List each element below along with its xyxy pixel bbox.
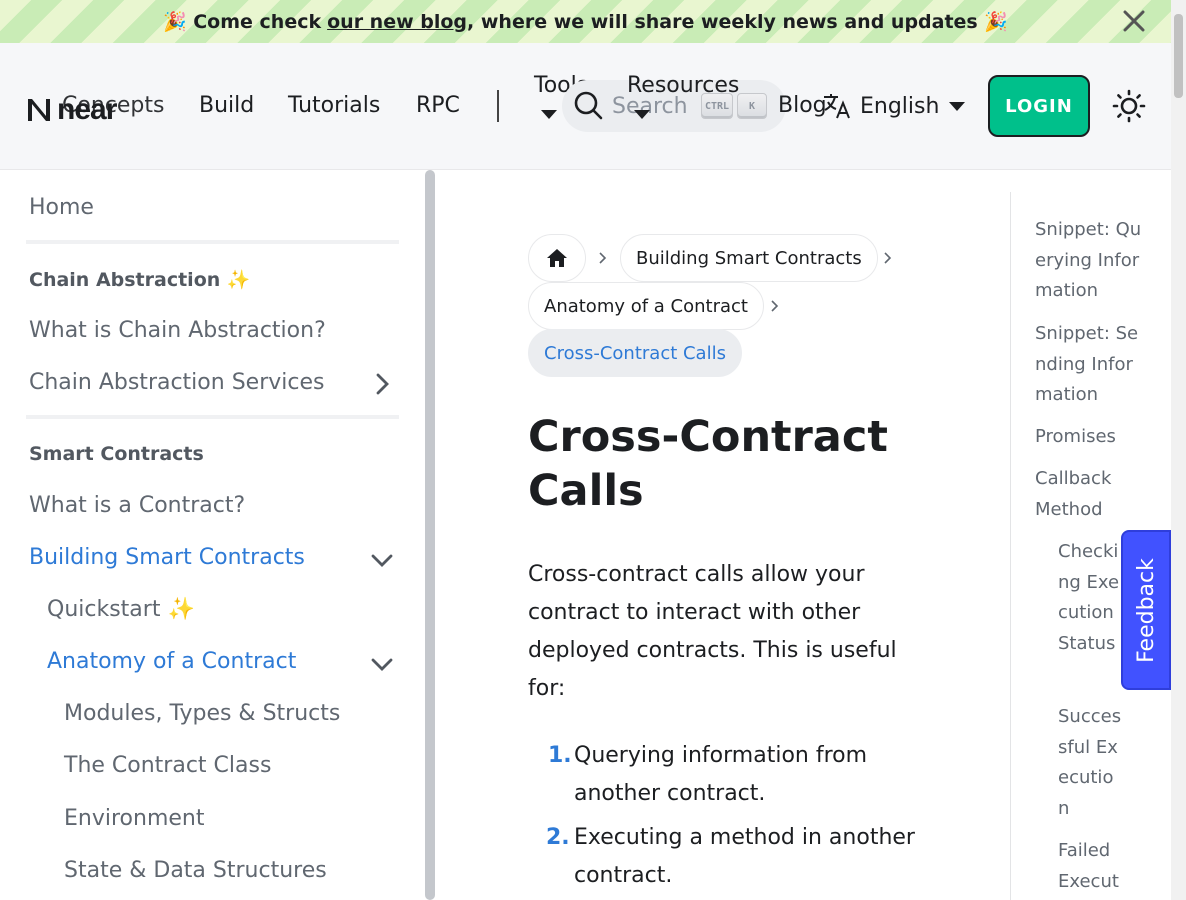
list-item-number: 1.	[548, 743, 572, 768]
language-label: English	[860, 93, 940, 119]
sidebar-item-what-is-chain-abstraction[interactable]: What is Chain Abstraction?	[29, 318, 326, 343]
sidebar-scrollbar[interactable]	[425, 170, 435, 900]
feedback-label: Feedback	[1133, 557, 1159, 663]
sidebar-item-home[interactable]: Home	[29, 195, 94, 220]
sidebar-category-chain-abstraction: Chain Abstraction ✨	[29, 269, 251, 291]
sidebar-category-smart-contracts: Smart Contracts	[29, 443, 204, 465]
sidebar-item-what-is-contract[interactable]: What is a Contract?	[29, 493, 245, 518]
close-announcement-button[interactable]	[1119, 6, 1149, 36]
nav-resources-dropdown[interactable]: Resources	[627, 73, 739, 119]
main-content: Building Smart Contracts Anatomy of a Co…	[436, 170, 1011, 900]
list-item: Executing a method in another contract.	[574, 825, 915, 888]
chevron-right-icon[interactable]	[370, 372, 394, 396]
docs-sidebar: Home Chain Abstraction ✨ What is Chain A…	[0, 170, 435, 900]
toc-item[interactable]: Promises	[1035, 422, 1145, 453]
toc-item[interactable]: Checking Execution Status	[1058, 537, 1122, 659]
sidebar-item-environment[interactable]: Environment	[64, 806, 204, 831]
chevron-right-icon	[599, 252, 607, 264]
search-icon	[574, 91, 603, 120]
announcement-text-after: , where we will share weekly news and up…	[467, 10, 978, 33]
chevron-down-icon[interactable]	[370, 548, 394, 572]
toc-item[interactable]: Snippet: Sending Information	[1035, 319, 1145, 411]
sidebar-divider	[26, 415, 399, 419]
breadcrumb-current: Cross-Contract Calls	[528, 329, 742, 377]
intro-paragraph: Cross-contract calls allow your contract…	[528, 562, 897, 701]
chevron-down-icon	[634, 110, 650, 119]
chevron-right-icon	[771, 300, 779, 312]
login-button[interactable]: LOGIN	[988, 75, 1090, 137]
blog-link[interactable]: our new blog	[327, 11, 467, 33]
announcement-bar: 🎉 Come check our new blog , where we wil…	[0, 0, 1171, 43]
toc-item[interactable]: Callback Method	[1035, 464, 1125, 525]
nav-concepts[interactable]: Concepts	[62, 93, 164, 118]
toc-item[interactable]: Failed Executi	[1058, 836, 1122, 900]
translate-icon	[824, 94, 850, 119]
sidebar-item-modules[interactable]: Modules, Types & Structs	[64, 701, 340, 726]
list-item: Querying information from another contra…	[574, 743, 868, 806]
party-emoji-left: 🎉	[162, 11, 187, 33]
sidebar-item-contract-class[interactable]: The Contract Class	[64, 753, 271, 778]
sidebar-item-quickstart[interactable]: Quickstart ✨	[47, 597, 195, 622]
theme-toggle-button[interactable]	[1112, 89, 1146, 123]
chevron-down-icon	[541, 110, 557, 119]
breadcrumb-building-smart-contracts[interactable]: Building Smart Contracts	[620, 234, 878, 282]
breadcrumb-anatomy[interactable]: Anatomy of a Contract	[528, 282, 764, 330]
home-icon	[547, 249, 567, 267]
page-scrollbar[interactable]	[1171, 0, 1186, 900]
chevron-right-icon	[884, 252, 892, 264]
toc-item[interactable]: Snippet: Querying Information	[1035, 215, 1145, 307]
sidebar-divider	[26, 240, 399, 244]
page-title: Cross-Contract Calls	[528, 412, 888, 516]
close-icon	[1123, 10, 1145, 32]
nav-blog[interactable]: Blog	[778, 93, 827, 118]
party-emoji-right: 🎉	[984, 11, 1009, 33]
nav-tutorials[interactable]: Tutorials	[288, 93, 380, 118]
announcement-text-before: Come check	[193, 10, 322, 33]
near-logo-icon	[28, 99, 50, 121]
sidebar-item-anatomy[interactable]: Anatomy of a Contract	[47, 649, 296, 674]
feedback-button[interactable]: Feedback	[1121, 530, 1171, 690]
chevron-down-icon[interactable]	[370, 652, 394, 676]
toc-item[interactable]: Successful Execution	[1058, 702, 1122, 824]
chevron-down-icon	[949, 101, 966, 111]
top-navbar: near Concepts Build Tutorials RPC Tools …	[0, 43, 1171, 170]
nav-separator	[497, 90, 499, 122]
page-scrollbar-thumb[interactable]	[1174, 14, 1183, 98]
sidebar-item-building-smart-contracts[interactable]: Building Smart Contracts	[29, 545, 305, 570]
breadcrumb-home[interactable]	[528, 234, 586, 282]
nav-rpc[interactable]: RPC	[416, 93, 460, 118]
sun-icon	[1112, 89, 1146, 123]
nav-resources-label: Resources	[627, 73, 740, 98]
sidebar-item-chain-abstraction-services[interactable]: Chain Abstraction Services	[29, 370, 324, 395]
kbd-k: K	[737, 93, 767, 119]
language-dropdown[interactable]: English	[822, 91, 966, 121]
sidebar-item-state[interactable]: State & Data Structures	[64, 858, 327, 883]
list-item-number: 2.	[546, 825, 570, 850]
nav-build[interactable]: Build	[199, 93, 254, 118]
